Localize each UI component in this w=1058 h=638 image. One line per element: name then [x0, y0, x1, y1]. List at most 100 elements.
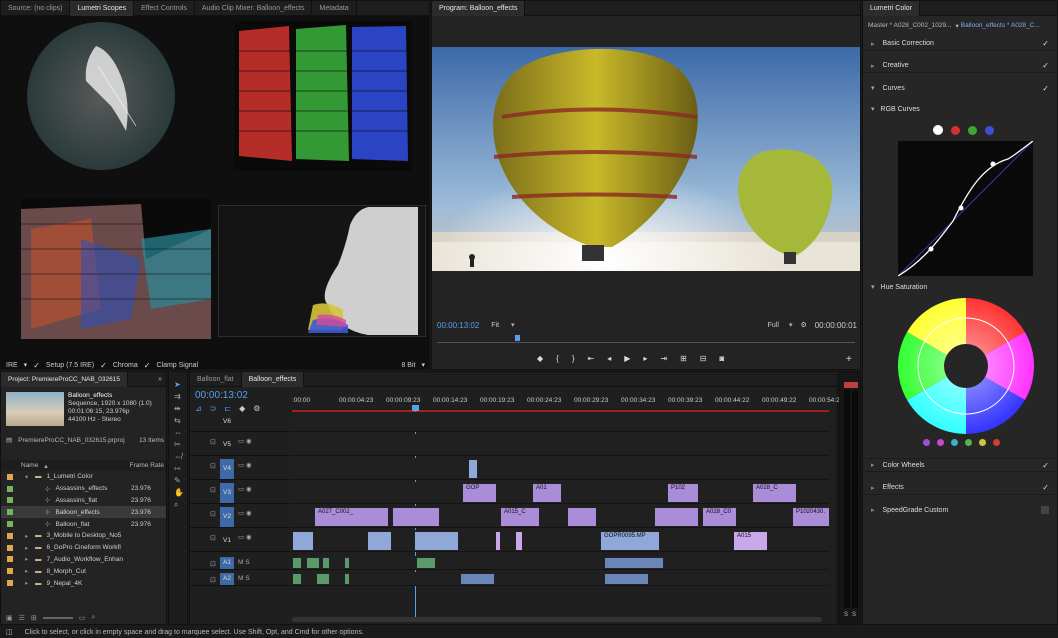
green-channel-dot[interactable] [968, 125, 977, 135]
ripple-edit-icon[interactable]: ⇹ [174, 404, 184, 413]
timeline-clip[interactable] [292, 573, 302, 585]
timeline-clip[interactable] [567, 507, 597, 527]
col-name-header[interactable]: Name [21, 462, 38, 469]
tab-source[interactable]: Source: (no clips) [1, 0, 71, 16]
project-list-item[interactable]: ▾ ▬ 1_Lumetri Color [1, 471, 166, 483]
section-creative[interactable]: ▸ Creative ✓ [863, 59, 1057, 73]
chevron-down-icon[interactable]: ▾ [24, 361, 28, 369]
chevron-right-icon[interactable]: ▸ [25, 579, 31, 587]
lock-track-icon[interactable]: ⊡ [210, 560, 216, 568]
step-back-icon[interactable]: ◂ [607, 354, 611, 363]
timeline-clip[interactable] [344, 573, 350, 585]
chevron-down-icon[interactable]: ▾ [511, 321, 515, 329]
timeline-clip[interactable] [515, 531, 523, 551]
in-point-icon[interactable]: { [556, 354, 559, 363]
rgb-curve-editor[interactable] [898, 141, 1033, 276]
track-lane-v5[interactable] [292, 434, 829, 456]
project-list-item[interactable]: ⊹ Balloon_flat 23.976 [1, 518, 166, 530]
enable-checkbox[interactable]: ✓ [1042, 84, 1049, 93]
play-icon[interactable]: ▶ [624, 354, 630, 363]
timeline-clip[interactable]: GOP [462, 483, 497, 503]
lock-track-icon[interactable]: ⊡ [210, 438, 216, 446]
timeline-clip[interactable] [495, 531, 501, 551]
timeline-clip[interactable] [344, 557, 350, 569]
out-point-icon[interactable]: } [572, 354, 575, 363]
program-scrub-bar[interactable] [437, 335, 855, 343]
playhead-marker[interactable] [515, 335, 520, 341]
eye-icon[interactable]: ▭ ◉ [238, 509, 252, 517]
chevron-down-icon[interactable]: ▾ [25, 473, 31, 481]
mute-solo-icon[interactable]: M S [238, 575, 250, 582]
playhead-head[interactable] [412, 405, 419, 411]
track-lane-v6[interactable] [292, 412, 829, 432]
timeline-clip[interactable]: GOPR0095.MP [600, 531, 660, 551]
zoom-slider[interactable] [42, 617, 73, 619]
subsection-rgb-curves[interactable]: ▾ RGB Curves [863, 103, 1057, 115]
timeline-clip[interactable]: A015_C [500, 507, 540, 527]
razor-icon[interactable]: ✂ [174, 440, 184, 449]
eye-icon[interactable]: ▭ ◉ [238, 461, 252, 469]
project-list-item[interactable]: ⊹ Assassins_effects 23.976 [1, 483, 166, 495]
lift-icon[interactable]: ⊞ [680, 354, 687, 363]
tab-lumetri-scopes[interactable]: Lumetri Scopes [70, 0, 135, 16]
timeline-clip[interactable] [416, 557, 436, 569]
extract-icon[interactable]: ⊟ [700, 354, 707, 363]
tab-lumetri-color[interactable]: Lumetri Color [863, 0, 921, 16]
timeline-clip[interactable] [604, 557, 664, 569]
rate-stretch-icon[interactable]: ⇔ [174, 428, 184, 437]
eye-icon[interactable]: ▭ ◉ [238, 437, 252, 445]
timeline-ruler[interactable]: :00:00 00:00:04:23 00:00:09:23 00:00:14:23 0… [292, 394, 843, 412]
section-curves[interactable]: ▾ Curves ✓ [863, 81, 1057, 95]
timeline-clip[interactable] [292, 531, 314, 551]
bit-depth-select[interactable]: 8 Bit [401, 362, 415, 369]
go-to-in-icon[interactable]: ⇤ [588, 354, 595, 363]
tab-program[interactable]: Program: Balloon_effects [432, 0, 526, 16]
slip-icon[interactable]: ⇎ [174, 452, 184, 461]
chevron-down-icon[interactable]: ▾ [789, 321, 793, 329]
blue-channel-dot[interactable] [985, 125, 994, 135]
setup-check[interactable]: ✓ [33, 361, 40, 370]
program-timecode[interactable]: 00:00:13:02 [437, 321, 479, 330]
chevron-down-icon[interactable]: ▾ [955, 22, 958, 30]
chevron-right-icon[interactable]: ▸ [25, 555, 31, 563]
timeline-clip[interactable] [468, 459, 478, 479]
hue-saturation-wheel[interactable] [898, 298, 1034, 434]
wrench-icon[interactable]: ⚙ [800, 321, 806, 329]
timeline-clip[interactable]: P102 [667, 483, 699, 503]
timeline-clip[interactable] [306, 557, 320, 569]
solo-left[interactable]: S [844, 612, 848, 618]
add-button-icon[interactable]: + [846, 354, 852, 365]
chevron-right-icon[interactable]: ▸ [25, 567, 31, 575]
section-basic-correction[interactable]: ▸ Basic Correction ✓ [863, 37, 1057, 51]
lock-track-icon[interactable]: ⊡ [210, 486, 216, 494]
icon-view-icon[interactable]: ⊞ [31, 614, 37, 622]
camera-icon[interactable]: ◙ [720, 354, 725, 363]
ire-select[interactable]: IRE [6, 362, 18, 369]
chevron-right-icon[interactable]: ▸ [25, 532, 31, 540]
hue-dot-purple[interactable] [923, 439, 930, 446]
bin-icon[interactable]: ▭ [79, 614, 86, 622]
enable-checkbox[interactable]: ✓ [1042, 61, 1049, 70]
lock-track-icon[interactable]: ⊡ [210, 462, 216, 470]
eye-icon[interactable]: ▭ ◉ [238, 485, 252, 493]
timeline-clip[interactable] [414, 531, 459, 551]
quality-select[interactable]: Full [768, 322, 779, 329]
hand-icon[interactable]: ✋ [174, 488, 184, 497]
timeline-clip[interactable] [322, 557, 330, 569]
track-select-icon[interactable]: ⇉ [174, 392, 184, 401]
tab-project[interactable]: Project: PremiereProCC_NAB_032615 [1, 371, 128, 387]
tab-balloon-flat[interactable]: Balloon_flat [190, 371, 242, 387]
red-channel-dot[interactable] [951, 125, 960, 135]
timeline-scrollbar[interactable] [292, 617, 822, 622]
search-icon[interactable]: ⌕ [91, 614, 95, 622]
timeline-clip[interactable] [460, 573, 495, 585]
timeline-timecode[interactable]: 00:00:13:02 [195, 390, 248, 401]
timeline-clip[interactable] [654, 507, 699, 527]
enable-checkbox[interactable] [1041, 506, 1049, 514]
selection-tool-icon[interactable]: ➤ [174, 380, 184, 389]
list-view-icon[interactable]: ☰ [19, 614, 25, 622]
timeline-clip[interactable] [367, 531, 392, 551]
zoom-icon[interactable]: ⌕ [174, 500, 184, 510]
hue-dot-red[interactable] [993, 439, 1000, 446]
hue-dot-magenta[interactable] [937, 439, 944, 446]
